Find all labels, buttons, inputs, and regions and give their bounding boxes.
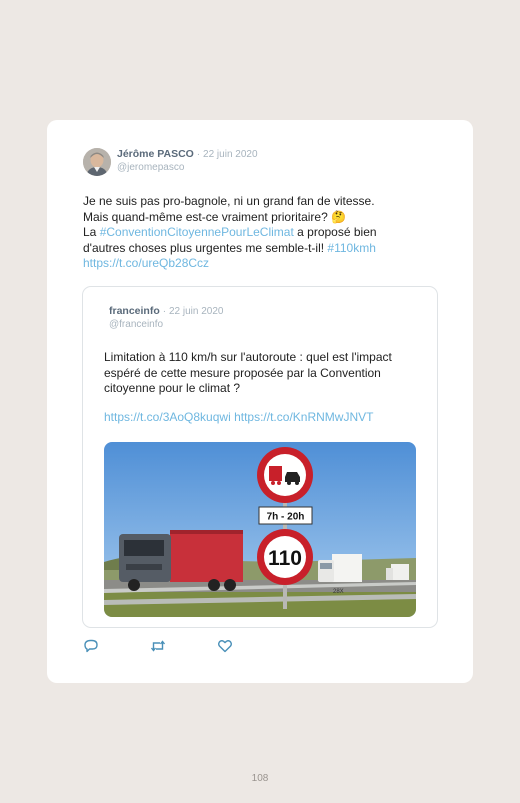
tweet-line-4: d'autres choses plus urgentes me semble-… — [83, 241, 443, 257]
reply-icon — [84, 639, 98, 653]
quoted-meta-separator: · — [162, 306, 167, 317]
quoted-link-1[interactable]: https://t.co/3AoQ8kuqwi — [104, 410, 231, 424]
retweet-icon — [150, 640, 166, 652]
tweet-header: Jérôme PASCO · 22 juin 2020 @jeromepasco — [83, 148, 258, 176]
tweet-line-3-suffix: a proposé bien — [293, 225, 377, 239]
quoted-link-2[interactable]: https://t.co/KnRNMwJNVT — [234, 410, 373, 424]
hashtag-convention-link[interactable]: #ConventionCitoyennePourLeClimat — [100, 225, 294, 239]
author-name[interactable]: Jérôme PASCO — [117, 148, 194, 160]
page-number: 108 — [251, 773, 269, 784]
quoted-links: https://t.co/3AoQ8kuqwi https://t.co/KnR… — [104, 410, 424, 424]
avatar-image — [83, 148, 111, 176]
tweet-card: Jérôme PASCO · 22 juin 2020 @jeromepasco… — [47, 120, 473, 683]
time-plate: 7h - 20h — [258, 506, 313, 525]
tweet-line-3: La #ConventionCitoyennePourLeClimat a pr… — [83, 225, 443, 241]
tweet-date[interactable]: 22 juin 2020 — [203, 149, 258, 160]
sign-time-text: 7h - 20h — [267, 512, 305, 523]
highway-photo: 28X 7h - 20h 110 — [104, 442, 416, 617]
tweet-line-3-prefix: La — [83, 225, 100, 239]
like-button[interactable] — [217, 638, 233, 654]
tweet-line-2: Mais quand-même est-ce vraiment priorita… — [83, 209, 347, 224]
tweet-line-1: Je ne suis pas pro-bagnole, ni un grand … — [83, 194, 375, 208]
page: Jérôme PASCO · 22 juin 2020 @jeromepasco… — [0, 0, 520, 803]
no-overtaking-sign — [257, 447, 313, 503]
heart-icon — [218, 640, 232, 653]
quoted-handle[interactable]: @franceinfo — [109, 318, 223, 331]
speed-limit-text: 110 — [268, 547, 302, 570]
reply-button[interactable] — [83, 638, 99, 654]
tweet-url-link[interactable]: https://t.co/ureQb28Ccz — [83, 256, 443, 272]
quoted-date[interactable]: 22 juin 2020 — [169, 306, 224, 317]
retweet-button[interactable] — [150, 638, 166, 654]
meta-separator: · — [196, 149, 201, 160]
quoted-image[interactable]: 28X 7h - 20h 110 — [104, 442, 416, 617]
hashtag-110kmh-link[interactable]: #110kmh — [327, 241, 375, 255]
tweet-line-4-text: d'autres choses plus urgentes me semble-… — [83, 240, 328, 255]
truck-plate-text: 28X — [333, 589, 344, 595]
red-truck — [119, 530, 243, 591]
tweet-actions — [83, 638, 284, 654]
speed-limit-sign: 110 — [257, 529, 313, 585]
quoted-tweet[interactable]: franceinfo · 22 juin 2020 @franceinfo Li… — [82, 286, 438, 628]
quoted-header: franceinfo · 22 juin 2020 @franceinfo — [109, 305, 223, 331]
tweet-text: Je ne suis pas pro-bagnole, ni un grand … — [83, 194, 443, 272]
avatar[interactable] — [83, 148, 111, 176]
quoted-text: Limitation à 110 km/h sur l'autoroute : … — [104, 350, 392, 395]
quoted-author-name[interactable]: franceinfo — [109, 305, 160, 317]
author-handle[interactable]: @jeromepasco — [117, 161, 258, 174]
